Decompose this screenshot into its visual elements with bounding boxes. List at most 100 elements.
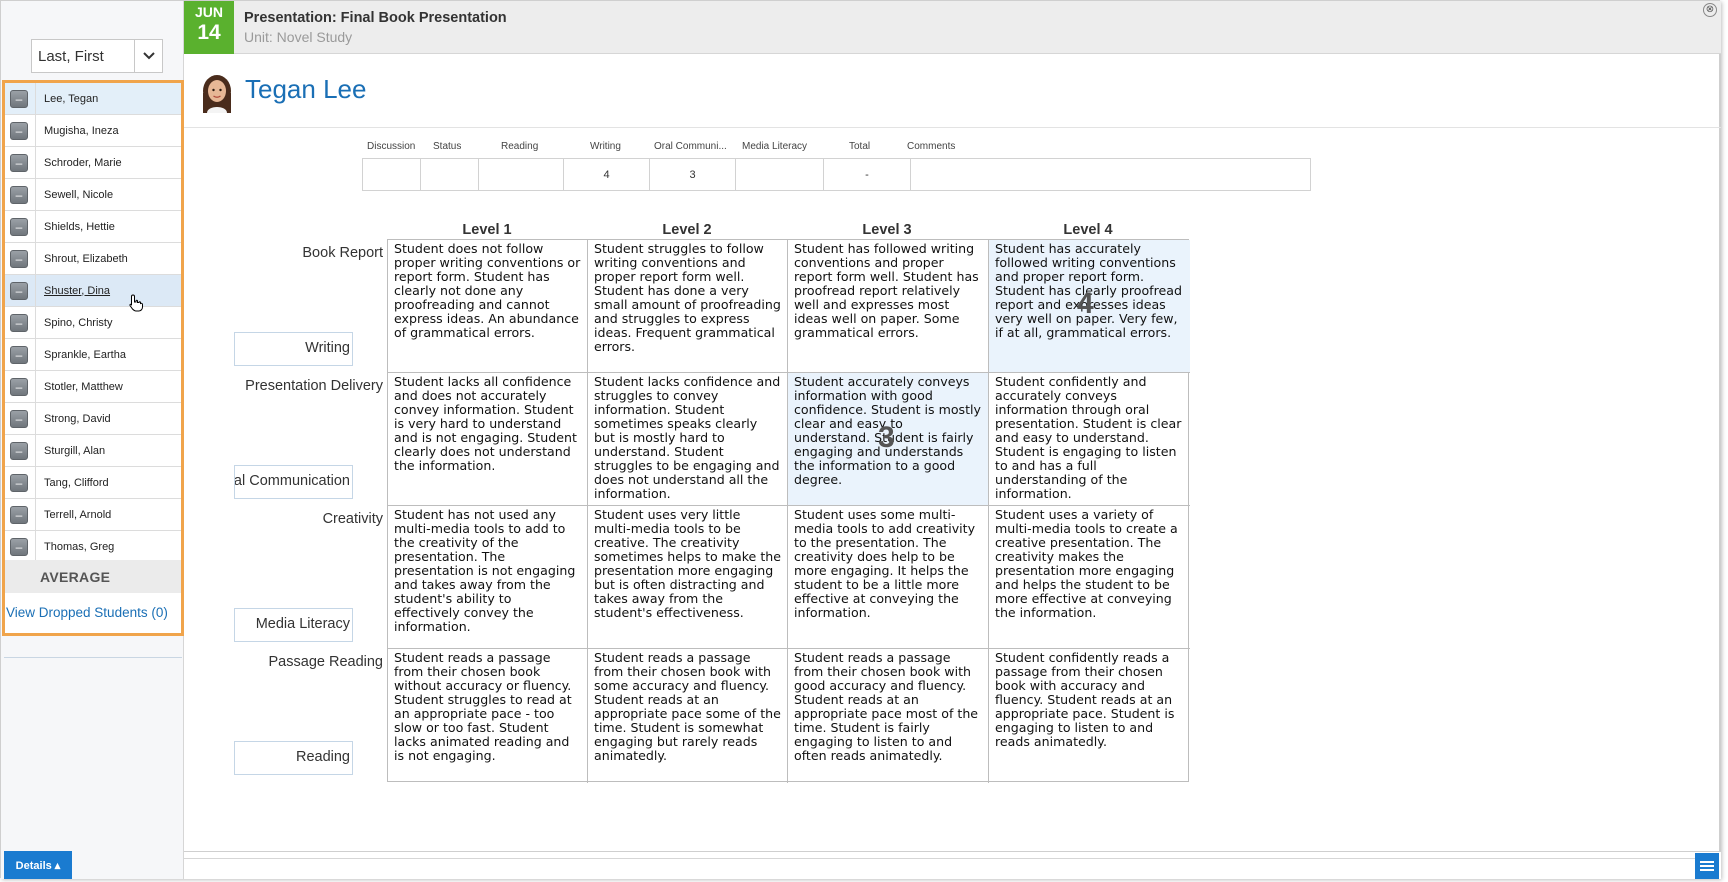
divider (35, 402, 36, 435)
score-cell[interactable]: 3 (650, 159, 736, 190)
student-name[interactable]: Terrell, Arnold (44, 509, 111, 521)
standard-box[interactable]: Reading (234, 741, 353, 775)
rubric-cell[interactable]: Student lacks confidence and struggles t… (588, 373, 788, 506)
score-cell[interactable] (421, 159, 479, 190)
sort-order-select[interactable]: Last, First (31, 39, 163, 73)
standard-box[interactable]: Writing (234, 332, 353, 366)
student-name[interactable]: Stotler, Matthew (44, 381, 123, 393)
criteria-column: Book Report Presentation Delivery Creativi… (234, 239, 383, 782)
score-cell[interactable]: - (824, 159, 911, 190)
student-name[interactable]: Shrout, Elizabeth (44, 253, 128, 265)
standard-label: Oral Communication (234, 473, 350, 489)
score-cell[interactable]: 4 (564, 159, 650, 190)
drop-student-button[interactable]: – (10, 121, 28, 140)
drop-student-button[interactable]: – (10, 185, 28, 204)
drop-student-button[interactable]: – (10, 441, 28, 460)
drop-student-button[interactable]: – (10, 281, 28, 300)
student-list-item[interactable]: – Shields, Hettie (5, 210, 181, 243)
student-name[interactable]: Spino, Christy (44, 317, 112, 329)
student-name[interactable]: Lee, Tegan (44, 93, 98, 105)
score-cell[interactable] (479, 159, 564, 190)
drop-student-button[interactable]: – (10, 345, 28, 364)
score-cell[interactable] (736, 159, 824, 190)
student-list-item[interactable]: – Sewell, Nicole (5, 178, 181, 211)
standard-box[interactable]: Oral Communication (234, 465, 353, 499)
rubric-cell[interactable]: Student uses very little multi-media too… (588, 506, 788, 649)
student-list-item[interactable]: – Shuster, Dina (5, 274, 181, 307)
score-column-header: Media Literacy (742, 141, 808, 152)
student-sidebar: Last, First – Lee, Tegan – Mugisha, Ineza – S… (1, 1, 184, 879)
student-name[interactable]: Sewell, Nicole (44, 189, 113, 201)
divider (35, 210, 36, 243)
selected-level-score: 3 (878, 421, 895, 454)
student-name[interactable]: Sprankle, Eartha (44, 349, 126, 361)
drop-student-button[interactable]: – (10, 217, 28, 236)
student-list-item[interactable]: – Tang, Clifford (5, 466, 181, 499)
close-icon[interactable]: ⊗ (1703, 3, 1717, 17)
hand-cursor-icon (129, 294, 143, 312)
score-cell[interactable] (363, 159, 421, 190)
rubric-cell[interactable]: Student confidently reads a passage from… (989, 649, 1190, 783)
rubric-cell[interactable]: Student has not used any multi-media too… (388, 506, 588, 649)
student-list-item[interactable]: – Sturgill, Alan (5, 434, 181, 467)
drop-student-button[interactable]: – (10, 153, 28, 172)
rubric-cell[interactable]: Student reads a passage from their chose… (788, 649, 989, 783)
drop-student-button[interactable]: – (10, 409, 28, 428)
student-list-item[interactable]: – Strong, David (5, 402, 181, 435)
score-column-header: Oral Communi... (654, 141, 727, 152)
student-list-item[interactable]: – Terrell, Arnold (5, 498, 181, 531)
score-cell[interactable] (911, 159, 1310, 190)
divider (35, 306, 36, 339)
rubric-cell[interactable]: Student does not follow proper writing c… (388, 240, 588, 373)
rubric-cell[interactable]: Student struggles to follow writing conv… (588, 240, 788, 373)
divider (4, 657, 182, 658)
rubric-cell[interactable]: Student uses some multi-media tools to a… (788, 506, 989, 649)
standard-label: Writing (305, 340, 350, 356)
student-list-item[interactable]: – Shrout, Elizabeth (5, 242, 181, 275)
view-dropped-students-link[interactable]: View Dropped Students (0) (6, 605, 168, 620)
standard-box[interactable]: Media Literacy (234, 608, 353, 642)
student-name[interactable]: Tegan Lee (245, 74, 366, 105)
details-toggle-button[interactable]: Details ▴ (4, 851, 72, 879)
divider (35, 370, 36, 403)
rubric-cell[interactable]: Student lacks all confidence and does no… (388, 373, 588, 506)
average-row: AVERAGE (5, 560, 181, 593)
drop-student-button[interactable]: – (10, 377, 28, 396)
student-name[interactable]: Shields, Hettie (44, 221, 115, 233)
student-list-item[interactable]: – Mugisha, Ineza (5, 114, 181, 147)
chevron-down-icon[interactable] (134, 40, 162, 72)
rubric-cell[interactable]: Student reads a passage from their chose… (388, 649, 588, 783)
rubric-level-header: Level 1 (462, 222, 512, 238)
rubric-cell[interactable]: Student has followed writing conventions… (788, 240, 989, 373)
student-list-item[interactable]: – Sprankle, Eartha (5, 338, 181, 371)
drop-student-button[interactable]: – (10, 473, 28, 492)
drop-student-button[interactable]: – (10, 89, 28, 108)
student-name[interactable]: Schroder, Marie (44, 157, 122, 169)
student-list-item[interactable]: – Spino, Christy (5, 306, 181, 339)
menu-icon[interactable] (1695, 853, 1719, 879)
rubric-cell[interactable]: Student uses a variety of multi-media to… (989, 506, 1190, 649)
drop-student-button[interactable]: – (10, 505, 28, 524)
drop-student-button[interactable]: – (10, 249, 28, 268)
assignment-title: Presentation: Final Book Presentation (244, 10, 507, 26)
student-list-item[interactable]: – Lee, Tegan (5, 82, 181, 115)
student-list-item[interactable]: – Stotler, Matthew (5, 370, 181, 403)
student-name[interactable]: Sturgill, Alan (44, 445, 105, 457)
student-name[interactable]: Tang, Clifford (44, 477, 109, 489)
rubric-criterion-label: Presentation Delivery (245, 378, 383, 394)
student-name[interactable]: Strong, David (44, 413, 111, 425)
drop-student-button[interactable]: – (10, 537, 28, 556)
divider (184, 858, 1696, 859)
rubric-cell[interactable]: Student confidently and accurately conve… (989, 373, 1190, 506)
student-name[interactable]: Mugisha, Ineza (44, 125, 119, 137)
student-list-item[interactable]: – Thomas, Greg (5, 530, 181, 563)
student-name[interactable]: Shuster, Dina (44, 285, 110, 297)
drop-student-button[interactable]: – (10, 313, 28, 332)
assignment-unit: Unit: Novel Study (244, 29, 353, 45)
student-list-item[interactable]: – Schroder, Marie (5, 146, 181, 179)
scores-row: 43 - (362, 158, 1311, 191)
rubric-cell[interactable]: Student reads a passage from their chose… (588, 649, 788, 783)
student-name[interactable]: Thomas, Greg (44, 541, 114, 553)
divider (35, 274, 36, 307)
student-roster: – Lee, Tegan – Mugisha, Ineza – Schroder, Mar… (2, 80, 184, 636)
